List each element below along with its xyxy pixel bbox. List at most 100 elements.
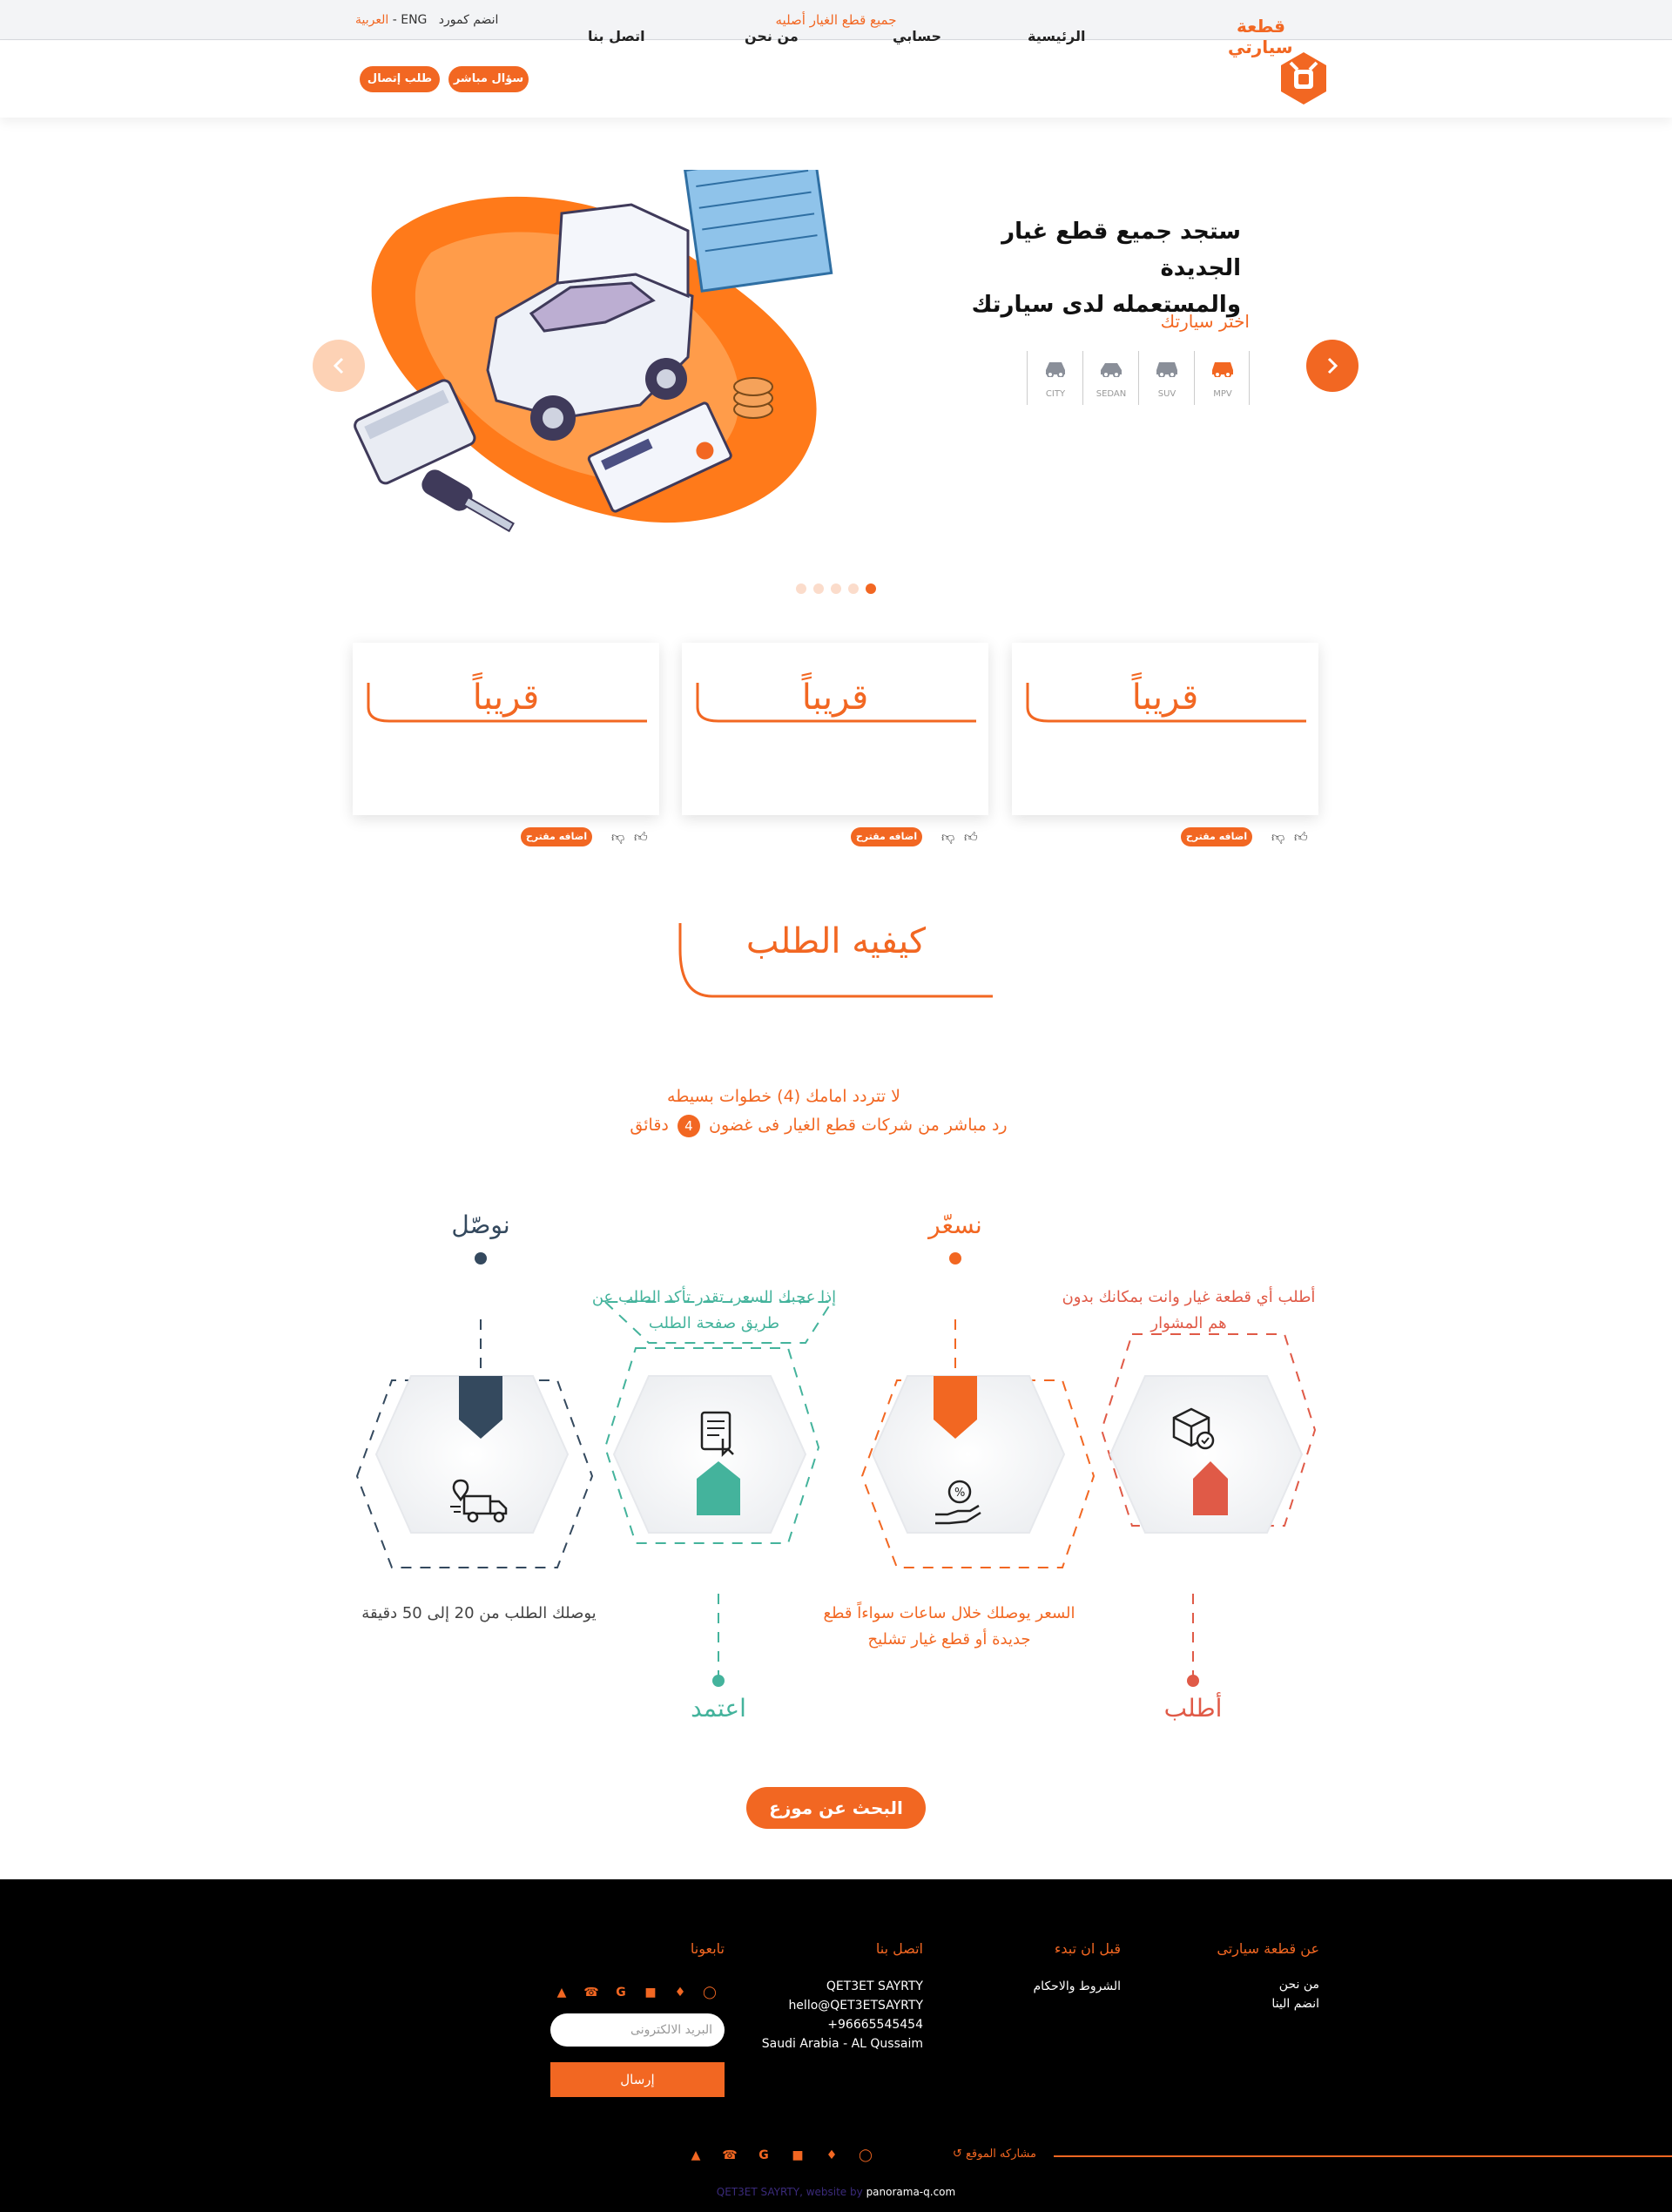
hero-next-button[interactable] [1306, 340, 1358, 392]
add-suggestion-button[interactable]: اضافه مقترح [521, 827, 592, 846]
how-subtitle-1: لا تتردد امامك (4) خطوات بسيطه [667, 1087, 900, 1106]
footer-contact-heading: اتصل بنا [875, 1940, 923, 1957]
snapchat-share-icon[interactable]: ▲ [686, 2148, 705, 2162]
footer-before-heading: قبل ان تبدء [1054, 1940, 1121, 1957]
find-distributor-button[interactable]: البحث عن موزع [746, 1787, 926, 1829]
dislike-icon[interactable]: 👎︎ [1271, 829, 1284, 846]
step-3-title: اعتمد [691, 1694, 746, 1723]
share-site-label[interactable]: مشاركه الموقع ↺ [897, 2148, 1036, 2161]
card-title: قريباً [801, 678, 869, 718]
step-3-desc: إذا عجبك السعر، تقدر تأكد الطلب عن طريق … [591, 1288, 837, 1332]
like-icon[interactable]: 👍︎ [1294, 829, 1308, 846]
dislike-icon[interactable]: 👎︎ [611, 829, 624, 846]
logo-text[interactable]: قطعة سيارتي [1228, 16, 1293, 57]
slide-dot[interactable] [813, 583, 824, 594]
car-type-label: MPV [1213, 389, 1232, 399]
coming-soon-card[interactable]: قريباً [1012, 643, 1318, 815]
step-4-desc: يوصلك الطلب من 20 إلى 50 دقيقة [361, 1604, 597, 1622]
twitter-icon[interactable]: ♦ [671, 1986, 690, 2000]
nav-contact[interactable]: اتصل بنا [588, 28, 645, 44]
hero-title: ستجد جميع قطع غيار الجديدة والمستعمله لد… [932, 213, 1241, 323]
google-icon[interactable]: G [611, 1986, 630, 2000]
instagram-icon[interactable]: ◯ [700, 1986, 719, 2000]
nav-home[interactable]: الرئيسية [1028, 28, 1086, 44]
coming-soon-card[interactable]: قريباً [682, 643, 988, 815]
hero-title-line-1: ستجد جميع قطع غيار الجديدة [1001, 219, 1241, 281]
step-4-title: نوصّل [451, 1211, 510, 1239]
car-type-sedan[interactable]: SEDAN [1082, 351, 1138, 405]
snapchat-icon[interactable]: ▲ [552, 1986, 571, 2000]
add-suggestion-button[interactable]: اضافه مقترح [851, 827, 922, 846]
like-icon[interactable]: 👍︎ [964, 829, 978, 846]
step-2-title: نسعّر [928, 1211, 982, 1239]
direct-question-button[interactable]: سؤال مباشر [448, 66, 529, 92]
car-type-label: SUV [1157, 389, 1176, 399]
instagram-share-icon[interactable]: ◯ [856, 2148, 875, 2162]
step-2-desc: السعر يوصلك خلال ساعات سواءاً قطع جديدة … [823, 1604, 1075, 1649]
step-1-desc: أطلب أي قطعة غيار وانت بمكانك بدون هم ال… [1062, 1288, 1316, 1332]
logo-line-1: قطعة [1237, 16, 1285, 37]
share-icon: ↺ [952, 2148, 962, 2161]
car-city-icon [1046, 362, 1065, 377]
whatsapp-icon[interactable]: ☎ [582, 1986, 601, 2000]
chevron-right-icon [1327, 357, 1338, 374]
call-request-button[interactable]: طلب إتصال [360, 66, 440, 92]
whatsapp-share-icon[interactable]: ☎ [720, 2148, 739, 2162]
how-to-order-title: كيفيه الطلب [745, 921, 927, 961]
hero-prev-button[interactable] [313, 340, 365, 392]
slide-dot-active[interactable] [866, 583, 876, 594]
linkedin-share-icon[interactable]: ■ [788, 2148, 807, 2162]
footer-contact-address: Saudi Arabia - AL Qussaim [761, 2037, 923, 2051]
main-nav [0, 41, 1672, 118]
footer-link-terms[interactable]: الشروط والاحكام [947, 1977, 1121, 1996]
footer-contact-phone[interactable]: +96665545454 [749, 2015, 923, 2034]
footer-contact-name: QET3ET SAYRTY [826, 1979, 923, 1993]
nav-my-account[interactable]: حسابي [893, 28, 941, 44]
add-suggestion-button[interactable]: اضافه مقترح [1181, 827, 1252, 846]
newsletter-send-button[interactable]: إرسال [550, 2062, 725, 2097]
footer-link-about[interactable]: من نحن [1145, 1975, 1319, 1994]
nav-about[interactable]: من نحن [745, 28, 799, 44]
step-2-hex [860, 1375, 1096, 1568]
linkedin-icon[interactable]: ■ [641, 1986, 660, 2000]
footer-about-heading: عن قطعة سيارتى [1217, 1940, 1319, 1957]
dislike-icon[interactable]: 👎︎ [941, 829, 954, 846]
coming-soon-card[interactable]: قريباً [353, 643, 659, 815]
share-divider-line [1054, 2155, 1672, 2157]
google-share-icon[interactable]: G [754, 2148, 773, 2162]
minutes-badge: 4 [677, 1115, 700, 1137]
slide-dot[interactable] [796, 583, 806, 594]
slide-dot[interactable] [848, 583, 859, 594]
footer-credit: QET3ET SAYRTY, website by panorama-q.com [627, 2186, 1045, 2198]
lang-english-link[interactable]: ENG [401, 13, 427, 27]
footer-link-join[interactable]: انضم الينا [1145, 1994, 1319, 2013]
card-title: قريباً [1131, 678, 1199, 718]
car-type-suv[interactable]: SUV [1138, 351, 1194, 405]
like-icon[interactable]: 👍︎ [634, 829, 648, 846]
car-suv-icon [1156, 362, 1177, 377]
car-type-label: SEDAN [1096, 389, 1127, 399]
twitter-share-icon[interactable]: ♦ [822, 2148, 841, 2162]
lang-arabic-link[interactable]: العربية [355, 13, 388, 27]
logo-icon[interactable] [1278, 51, 1329, 106]
car-type-label: CITY [1045, 389, 1066, 399]
car-mpv-icon [1212, 362, 1233, 377]
newsletter-email-input[interactable]: البريد الالكترونى [550, 2013, 725, 2047]
footer-contact-email[interactable]: hello@QET3ETSAYRTY [749, 1996, 923, 2015]
step-4-hex [355, 1375, 594, 1568]
footer-credit-text: QET3ET SAYRTY, website by [716, 2186, 863, 2198]
how-subtitle-2: رد مباشر من شركات قطع الغيار فى غضون 4 د… [592, 1115, 1045, 1137]
logo-line-2: سيارتي [1228, 37, 1293, 57]
svg-text:%: % [954, 1487, 965, 1500]
step-1-title: أطلب [1163, 1694, 1223, 1723]
join-supplier-link[interactable]: انضم كمورد [439, 13, 499, 27]
language-switcher: العربية - ENG انضم كمورد [355, 13, 498, 27]
footer-credit-link[interactable]: panorama-q.com [866, 2186, 956, 2198]
slide-dot[interactable] [831, 583, 841, 594]
card-title: قريباً [472, 678, 540, 718]
car-type-mpv[interactable]: MPV [1194, 351, 1250, 405]
choose-car-label: اختر سيارتك [1160, 311, 1250, 332]
car-type-city[interactable]: CITY [1027, 351, 1082, 405]
how-subtitle-2a: رد مباشر من شركات قطع الغيار فى غضون [708, 1116, 1008, 1135]
footer-follow-heading: تابعونا [690, 1940, 725, 1957]
